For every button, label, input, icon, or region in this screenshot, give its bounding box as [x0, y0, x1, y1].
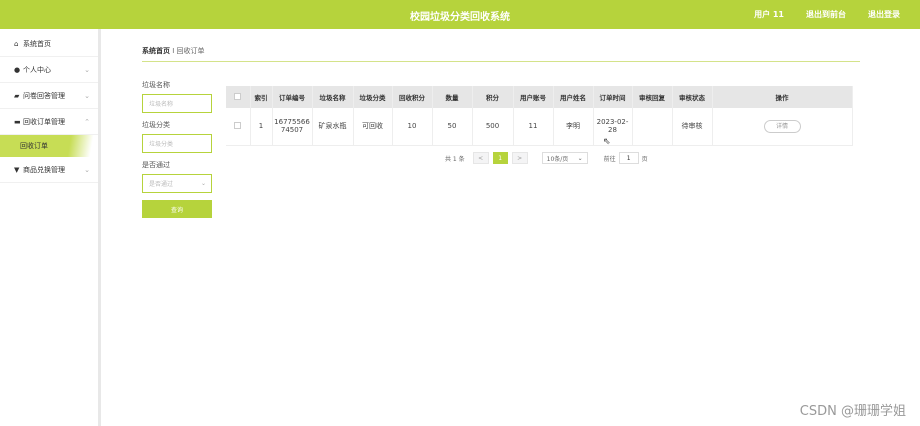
mouse-cursor-icon: ⇖ [603, 137, 611, 147]
order-no-line1: 16775566 [274, 118, 310, 127]
orders-table: 索引 订单编号 垃圾名称 垃圾分类 回收积分 数量 积分 用户账号 用户姓名 订… [226, 86, 853, 146]
sidebar-item-label: 商品兑换管理 [23, 165, 65, 174]
page-suffix: 页 [641, 155, 648, 163]
table-header-row: 索引 订单编号 垃圾名称 垃圾分类 回收积分 数量 积分 用户账号 用户姓名 订… [226, 86, 853, 108]
column-header: 用户账号 [513, 86, 554, 108]
order-icon: ▬ [14, 117, 21, 126]
column-header: 垃圾分类 [353, 86, 393, 108]
cell-user-name: 李明 [553, 108, 594, 146]
row-checkbox[interactable] [234, 121, 242, 129]
sidebar-item-home[interactable]: ⌂ 系统首页 [0, 31, 98, 57]
order-time-line1: 2023-02- [596, 118, 629, 127]
chevron-down-icon: ⌄ [84, 65, 90, 74]
logout-link[interactable]: 退出登录 [868, 9, 900, 20]
breadcrumb-home[interactable]: 系统首页 [142, 47, 170, 55]
cell-garbage-name: 矿泉水瓶 [312, 108, 354, 146]
sidebar-item-label: 回收订单 [20, 142, 48, 150]
sidebar-item-exchange[interactable]: ▼ 商品兑换管理 ⌄ [0, 157, 98, 183]
cell-quantity: 50 [432, 108, 473, 146]
sidebar-item-label: 个人中心 [23, 65, 51, 74]
chevron-down-icon: ⌄ [577, 154, 583, 162]
order-no-line2: 74507 [280, 126, 304, 135]
page-number-button[interactable]: 1 [492, 152, 508, 164]
pagination-total: 共 1 条 [445, 155, 465, 163]
chevron-down-icon: ⌄ [84, 91, 90, 100]
column-header: 审核回复 [632, 86, 673, 108]
sidebar-item-orders[interactable]: ▬ 回收订单管理 ⌃ [0, 109, 98, 135]
column-header: 订单时间 [593, 86, 633, 108]
cell-points: 500 [472, 108, 514, 146]
column-header: 订单编号 [272, 86, 313, 108]
exit-to-frontend-link[interactable]: 退出到前台 [806, 9, 846, 20]
user-icon: ● [14, 65, 21, 74]
pagination: 共 1 条 < 1 > 10条/页 ⌄ 前往 1 页 [445, 152, 648, 164]
survey-icon: ▰ [14, 91, 20, 100]
column-header: 审核状态 [672, 86, 713, 108]
cell-category: 可回收 [353, 108, 393, 146]
sidebar-subitem-recycle-orders[interactable]: 回收订单 [0, 135, 98, 157]
cell-review-status: 待审核 [672, 108, 713, 146]
breadcrumb-divider [142, 61, 860, 62]
filter-passed-label: 是否通过 [142, 161, 170, 169]
table-row: 1 16775566 74507 矿泉水瓶 可回收 10 50 500 11 李明… [226, 108, 853, 146]
filter-category-label: 垃圾分类 [142, 121, 170, 129]
sidebar-item-profile[interactable]: ● 个人中心 ⌄ [0, 57, 98, 83]
cell-order-no: 16775566 74507 [272, 108, 313, 146]
cell-actions: 详情 [712, 108, 853, 146]
sidebar-item-label: 回收订单管理 [23, 117, 65, 126]
prev-page-button[interactable]: < [472, 152, 489, 164]
detail-button[interactable]: 详情 [763, 119, 801, 133]
column-header: 数量 [432, 86, 473, 108]
sidebar-item-label: 系统首页 [23, 39, 51, 48]
garbage-name-input[interactable]: 垃圾名称 [142, 94, 212, 113]
cell-recycle-points: 10 [392, 108, 433, 146]
chevron-up-icon: ⌃ [84, 117, 90, 126]
chevron-down-icon: ⌄ [200, 180, 206, 187]
gift-icon: ▼ [14, 165, 20, 174]
select-all-checkbox[interactable] [234, 92, 242, 100]
sidebar-item-survey[interactable]: ▰ 问卷回答管理 ⌄ [0, 83, 98, 109]
column-header: 操作 [712, 86, 853, 108]
column-header: 垃圾名称 [312, 86, 354, 108]
goto-page-input[interactable]: 1 [618, 152, 639, 164]
sidebar-item-label: 问卷回答管理 [23, 91, 65, 100]
page-size-value: 10条/页 [546, 155, 569, 163]
search-button[interactable]: 查询 [142, 200, 212, 218]
column-header: 回收积分 [392, 86, 433, 108]
top-bar: 校园垃圾分类回收系统 用户 11 退出到前台 退出登录 [0, 0, 920, 29]
garbage-category-input[interactable]: 垃圾分类 [142, 134, 212, 153]
watermark: CSDN @珊珊学姐 [799, 404, 906, 419]
page-size-select[interactable]: 10条/页 ⌄ [541, 152, 588, 164]
passed-select[interactable]: 是否通过 ⌄ [142, 174, 212, 193]
cell-order-time: 2023-02- 28 [593, 108, 633, 146]
input-placeholder: 垃圾分类 [149, 141, 174, 148]
current-user[interactable]: 用户 11 [754, 9, 784, 20]
column-header: 积分 [472, 86, 514, 108]
column-header: 用户姓名 [553, 86, 594, 108]
cell-account: 11 [513, 108, 554, 146]
order-time-line2: 28 [608, 126, 617, 135]
home-icon: ⌂ [14, 39, 19, 48]
breadcrumb: 系统首页 Ⅰ 回收订单 [142, 46, 205, 56]
cell-review-reply [632, 108, 673, 146]
filter-name-label: 垃圾名称 [142, 81, 170, 89]
breadcrumb-current: 回收订单 [176, 47, 205, 55]
chevron-down-icon: ⌄ [84, 165, 90, 174]
column-header: 索引 [250, 86, 273, 108]
goto-label: 前往 [603, 155, 616, 163]
sidebar: ⌂ 系统首页 ● 个人中心 ⌄ ▰ 问卷回答管理 ⌄ ▬ 回收订单管理 ⌃ 回收… [0, 29, 101, 426]
input-placeholder: 垃圾名称 [149, 101, 174, 108]
select-all-header[interactable] [226, 86, 251, 108]
cell-index: 1 [250, 108, 273, 146]
next-page-button[interactable]: > [511, 152, 528, 164]
select-placeholder: 是否通过 [149, 181, 174, 188]
row-select-cell[interactable] [226, 108, 251, 146]
